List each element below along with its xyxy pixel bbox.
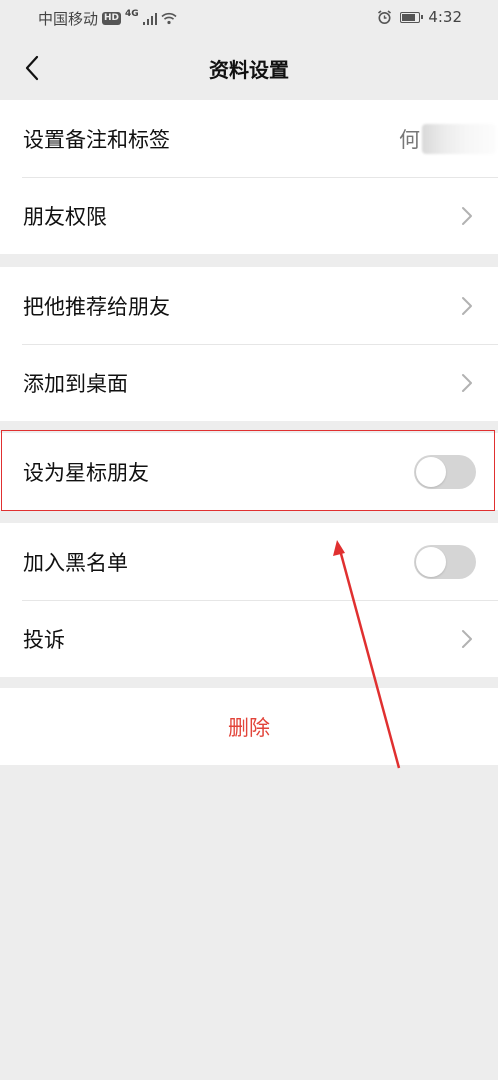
remark-value: 何: [399, 123, 496, 154]
chevron-right-icon: [462, 206, 472, 225]
friend-permissions-row[interactable]: 朋友权限: [0, 177, 498, 254]
add-to-desktop-row[interactable]: 添加到桌面: [0, 344, 498, 421]
chevron-right-icon: [462, 629, 472, 648]
delete-label: 删除: [228, 715, 270, 740]
star-friend-row: 设为星标朋友: [0, 433, 498, 510]
complain-row[interactable]: 投诉: [0, 600, 498, 677]
friend-permissions-label: 朋友权限: [23, 204, 107, 229]
status-right: 4:32: [377, 8, 462, 26]
toggle-knob: [416, 456, 446, 487]
toggle-knob: [416, 546, 446, 577]
network-type: 4G: [125, 8, 139, 19]
share-group: 把他推荐给朋友 添加到桌面: [0, 267, 498, 421]
blacklist-toggle[interactable]: [414, 544, 476, 579]
recommend-to-friend-row[interactable]: 把他推荐给朋友: [0, 267, 498, 344]
delete-button[interactable]: 删除: [0, 688, 498, 765]
signal-icon: [142, 12, 157, 25]
blacklist-row: 加入黑名单: [0, 523, 498, 600]
blacklist-label: 加入黑名单: [23, 550, 128, 575]
page-title: 资料设置: [209, 58, 289, 82]
nav-bar: 资料设置: [0, 36, 498, 100]
recommend-to-friend-label: 把他推荐给朋友: [23, 294, 170, 319]
star-group: 设为星标朋友: [0, 433, 498, 510]
star-friend-toggle[interactable]: [414, 454, 476, 489]
star-friend-label: 设为星标朋友: [23, 460, 149, 485]
remark-and-tags-label: 设置备注和标签: [23, 127, 170, 152]
hd-badge: HD: [102, 12, 122, 25]
status-bar: 中国移动 HD 4G 4:32: [0, 0, 498, 36]
battery-icon: [400, 11, 424, 23]
wifi-icon: [161, 12, 177, 25]
status-left: 中国移动 HD 4G: [38, 8, 177, 29]
remark-value-text: 何: [399, 127, 420, 152]
chevron-right-icon: [462, 373, 472, 392]
carrier-name: 中国移动: [38, 10, 99, 28]
block-group: 加入黑名单 投诉: [0, 523, 498, 677]
remark-and-tags-row[interactable]: 设置备注和标签 何: [0, 100, 498, 177]
complain-label: 投诉: [23, 627, 65, 652]
add-to-desktop-label: 添加到桌面: [23, 371, 128, 396]
chevron-right-icon: [462, 296, 472, 315]
alarm-icon: [378, 9, 392, 24]
profile-group: 设置备注和标签 何 朋友权限: [0, 100, 498, 254]
status-time: 4:32: [428, 8, 462, 26]
blurred-name: [422, 123, 496, 154]
